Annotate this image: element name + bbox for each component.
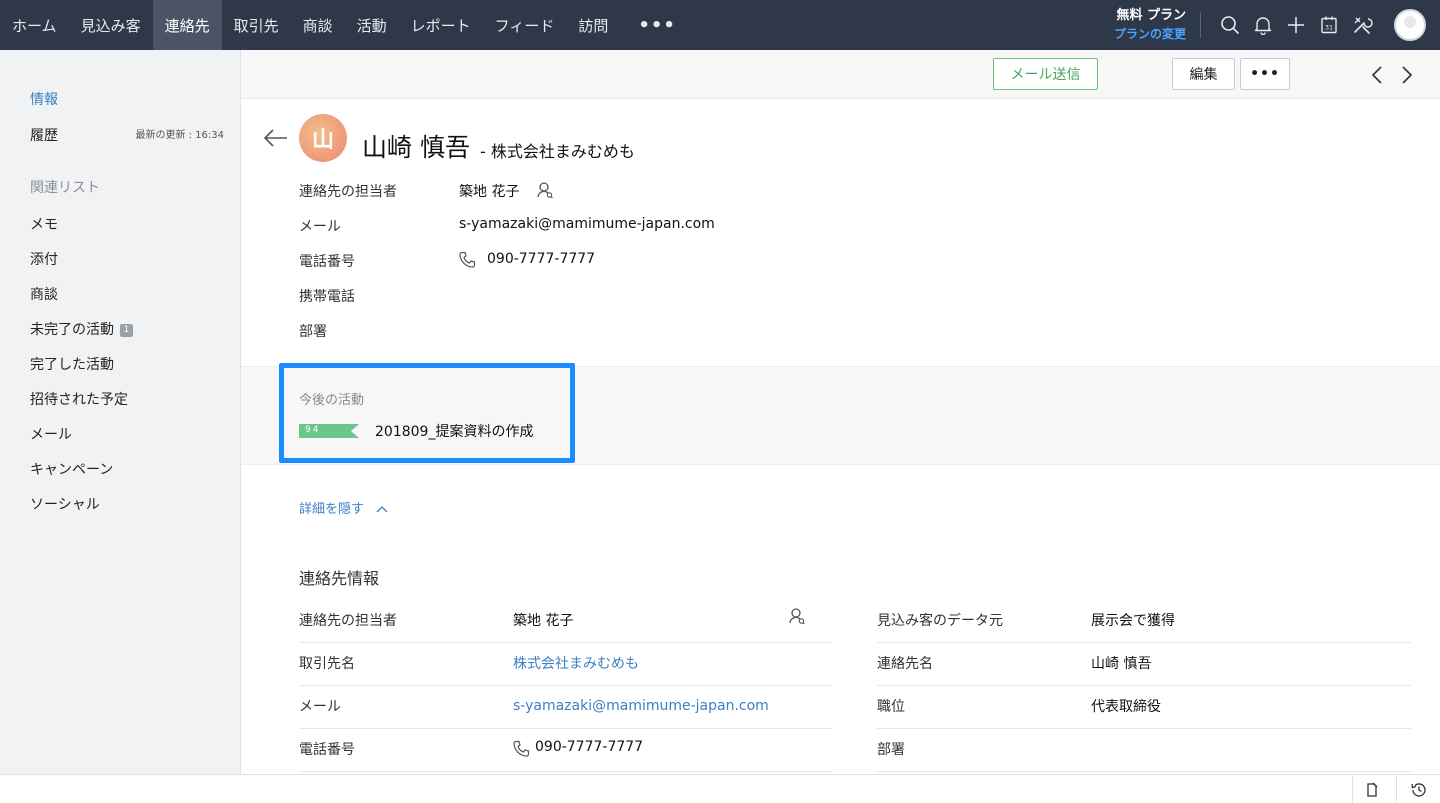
field-row: 職位 代表取締役 (877, 686, 1411, 729)
sidebar-item-social[interactable]: ソーシャル (30, 494, 100, 514)
tools-icon[interactable] (1345, 0, 1378, 50)
sidebar-item-info[interactable]: 情報 (30, 89, 58, 109)
field-label: メール (299, 699, 341, 715)
notes-icon[interactable] (1352, 775, 1390, 803)
contact-avatar: 山 (299, 114, 347, 162)
sidebar-item-attachments[interactable]: 添付 (30, 249, 58, 269)
left-sidebar: 情報 履歴 最新の更新 : 16:34 関連リスト メモ 添付 商談 未完了の活… (0, 50, 241, 774)
previous-record-button[interactable] (1366, 63, 1388, 87)
phone-icon (513, 740, 530, 761)
sidebar-item-notes[interactable]: メモ (30, 214, 58, 234)
phone-icon (459, 251, 476, 272)
owner-label: 連絡先の担当者 (299, 184, 397, 200)
nav-right-tools: 無料 プラン プランの変更 31 (1114, 0, 1440, 50)
tab-contacts[interactable]: 連絡先 (152, 0, 222, 50)
field-label: 連絡先の担当者 (299, 613, 397, 629)
field-row: メール s-yamazaki@mamimume-japan.com (299, 686, 832, 729)
contact-name: 山崎 慎吾 (362, 133, 470, 162)
field-value: 展示会で獲得 (1091, 613, 1175, 629)
sidebar-item-emails[interactable]: メール (30, 424, 72, 444)
search-icon[interactable] (1213, 0, 1246, 50)
plus-icon[interactable] (1279, 0, 1312, 50)
highlight-box (279, 363, 575, 463)
field-row: 見込み客のデータ元 展示会で獲得 (877, 600, 1411, 643)
chevron-left-icon (1371, 66, 1382, 84)
bottom-bar (0, 774, 1440, 803)
avatar-initial: 山 (311, 128, 334, 153)
sidebar-item-deals[interactable]: 商談 (30, 284, 58, 304)
send-mail-button[interactable]: メール送信 (993, 58, 1098, 90)
person-icon[interactable] (789, 607, 805, 629)
tab-visits[interactable]: 訪問 (566, 0, 620, 50)
next-record-button[interactable] (1396, 63, 1418, 87)
top-navigation: ホーム 見込み客 連絡先 取引先 商談 活動 レポート フィード 訪問 ••• … (0, 0, 1440, 50)
field-value: 山崎 慎吾 (1091, 656, 1152, 672)
sidebar-item-label: 未完了の活動 (30, 322, 114, 338)
sidebar-item-open-activities[interactable]: 未完了の活動 1 (30, 319, 133, 339)
phone-label: 電話番号 (299, 254, 355, 270)
calendar-icon[interactable]: 31 (1312, 0, 1345, 50)
more-tabs-button[interactable]: ••• (620, 0, 694, 50)
owner-value: 築地 花子 (459, 184, 520, 200)
chevron-up-icon (376, 506, 388, 513)
hide-details-label: 詳細を隠す (299, 502, 365, 517)
field-row: 連絡先名 山崎 慎吾 (877, 643, 1411, 686)
phone-value[interactable]: 090-7777-7777 (487, 251, 595, 267)
email-label: メール (299, 219, 341, 235)
field-label: 取引先名 (299, 656, 355, 672)
change-plan-link[interactable]: プランの変更 (1114, 25, 1186, 43)
sidebar-item-history[interactable]: 履歴 (30, 125, 58, 145)
plan-name: 無料 プラン (1116, 8, 1186, 23)
department-label: 部署 (299, 324, 327, 340)
field-row: 連絡先の担当者 築地 花子 (299, 600, 832, 643)
nav-divider (1200, 12, 1201, 38)
hide-details-toggle[interactable]: 詳細を隠す (299, 498, 388, 517)
related-list-header: 関連リスト (30, 180, 100, 196)
email-link[interactable]: s-yamazaki@mamimume-japan.com (513, 698, 769, 714)
module-tabs: ホーム 見込み客 連絡先 取引先 商談 活動 レポート フィード 訪問 ••• (0, 0, 694, 50)
contact-company: - 株式会社まみむめも (480, 142, 635, 161)
field-label: 見込み客のデータ元 (877, 613, 1003, 629)
email-value[interactable]: s-yamazaki@mamimume-japan.com (459, 216, 715, 232)
contact-info-title: 連絡先情報 (299, 569, 380, 588)
tab-reports[interactable]: レポート (399, 0, 483, 50)
field-value: 築地 花子 (513, 613, 574, 629)
bell-icon[interactable] (1246, 0, 1279, 50)
tab-accounts[interactable]: 取引先 (222, 0, 291, 50)
chevron-right-icon (1402, 66, 1413, 84)
edit-button[interactable]: 編集 (1172, 58, 1235, 90)
field-value: 代表取締役 (1091, 699, 1161, 715)
tab-activities[interactable]: 活動 (345, 0, 399, 50)
sidebar-item-campaigns[interactable]: キャンペーン (30, 459, 113, 479)
tab-leads[interactable]: 見込み客 (69, 0, 153, 50)
user-avatar[interactable] (1394, 9, 1426, 41)
person-icon[interactable] (537, 181, 553, 203)
count-badge: 1 (120, 323, 133, 337)
field-row: 取引先名 株式会社まみむめも (299, 643, 832, 686)
sidebar-item-closed-activities[interactable]: 完了した活動 (30, 354, 114, 374)
field-label: 電話番号 (299, 742, 355, 758)
field-label: 職位 (877, 699, 905, 715)
tab-home[interactable]: ホーム (0, 0, 69, 50)
tab-feeds[interactable]: フィード (483, 0, 567, 50)
back-arrow-icon[interactable] (262, 126, 290, 150)
field-label: 連絡先名 (877, 656, 933, 672)
sidebar-item-invited-events[interactable]: 招待された予定 (30, 389, 128, 409)
more-actions-button[interactable]: ••• (1240, 58, 1290, 90)
field-row: 電話番号 090-7777-7777 (299, 729, 832, 772)
history-icon[interactable] (1396, 775, 1440, 803)
plan-info: 無料 プラン プランの変更 (1114, 7, 1186, 43)
record-action-bar: メール送信 編集 ••• (241, 50, 1440, 99)
field-label: 部署 (877, 742, 905, 758)
field-row: 部署 (877, 729, 1411, 772)
last-updated-text: 最新の更新 : 16:34 (135, 130, 224, 141)
account-link[interactable]: 株式会社まみむめも (513, 653, 639, 673)
mobile-label: 携帯電話 (299, 289, 355, 305)
field-value[interactable]: 090-7777-7777 (535, 739, 643, 755)
svg-text:31: 31 (1324, 24, 1332, 32)
tab-deals[interactable]: 商談 (291, 0, 345, 50)
